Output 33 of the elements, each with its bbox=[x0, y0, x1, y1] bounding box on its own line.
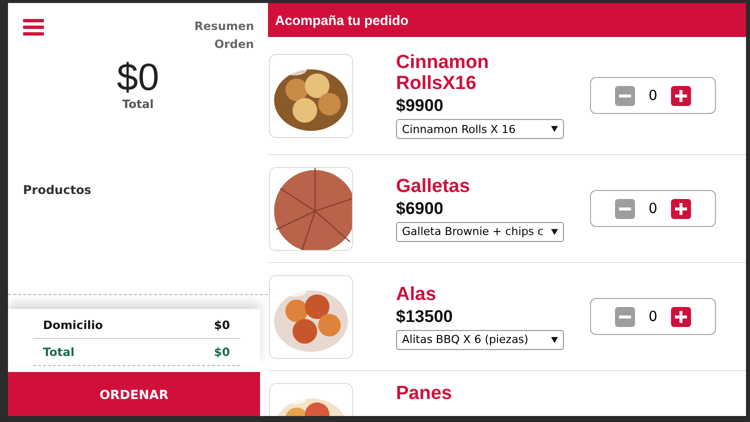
option-dropdown[interactable]: Alitas BBQ X 6 (piezas) bbox=[396, 330, 564, 350]
product-name: Panes bbox=[396, 383, 453, 404]
option-dropdown[interactable]: Cinnamon Rolls X 16 bbox=[396, 119, 564, 139]
line-label: Domicilio bbox=[43, 318, 103, 332]
products-label: Productos bbox=[23, 183, 92, 197]
menu-icon[interactable] bbox=[23, 19, 44, 36]
total-amount: $0 bbox=[116, 59, 160, 97]
product-price: $9900 bbox=[396, 96, 444, 116]
line-value: $0 bbox=[214, 345, 230, 359]
total-label: Total bbox=[121, 97, 155, 111]
plus-icon[interactable] bbox=[671, 306, 692, 326]
product-name: Galletas bbox=[396, 176, 471, 196]
quantity-value: 0 bbox=[648, 200, 658, 216]
plus-icon[interactable] bbox=[671, 198, 692, 218]
order-button[interactable]: ORDENAR bbox=[8, 372, 260, 416]
product-name: Alas bbox=[396, 284, 438, 304]
plus-icon[interactable] bbox=[671, 86, 692, 106]
caret-icon bbox=[551, 126, 558, 132]
panel-title: Acompaña tu pedido bbox=[275, 12, 409, 28]
product-name: Cinnamon RollsX16 bbox=[396, 52, 490, 94]
caret-icon bbox=[551, 228, 558, 234]
product-price: $6900 bbox=[396, 198, 444, 218]
line-value: $0 bbox=[214, 318, 230, 332]
product-price: $13500 bbox=[396, 306, 454, 326]
quantity-value: 0 bbox=[648, 308, 658, 324]
summary-title: Resumen Orden bbox=[193, 18, 254, 53]
minus-icon[interactable] bbox=[614, 306, 635, 326]
quantity-value: 0 bbox=[648, 88, 658, 104]
minus-icon[interactable] bbox=[614, 198, 635, 218]
minus-icon[interactable] bbox=[614, 86, 635, 106]
option-dropdown[interactable]: Galleta Brownie + chips c bbox=[396, 222, 564, 242]
line-label: Total bbox=[43, 345, 74, 359]
caret-icon bbox=[551, 336, 558, 342]
